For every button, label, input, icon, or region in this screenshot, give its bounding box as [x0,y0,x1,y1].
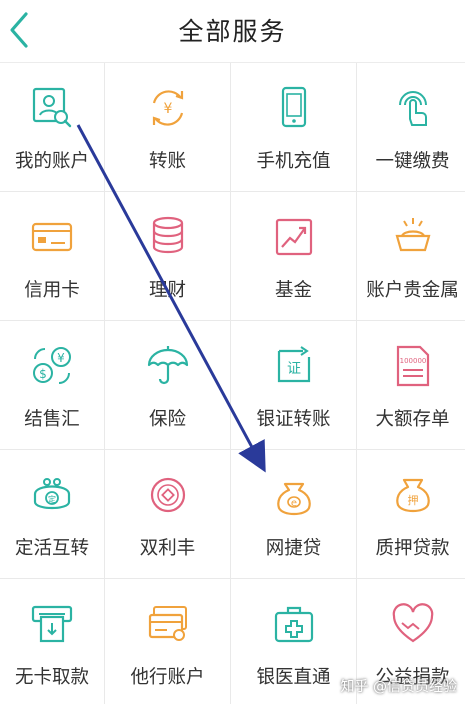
transfer-icon: ¥ [145,85,191,131]
deposit-certificate-icon: 100000 [390,343,436,389]
service-my-account[interactable]: 我的账户 [0,63,104,191]
service-insurance[interactable]: 保险 [105,321,230,449]
svg-text:$: $ [39,367,47,381]
svg-text:¥: ¥ [163,101,172,117]
service-label: 信用卡 [24,280,80,301]
atm-icon [29,601,75,647]
service-label: 基金 [274,280,312,301]
credit-card-icon [29,214,75,260]
coins-stack-icon [145,214,191,260]
umbrella-icon [145,343,191,389]
service-label: 结售汇 [24,409,80,430]
service-label: 他行账户 [130,667,205,688]
charity-heart-icon [390,601,436,647]
service-label: 一键缴费 [375,151,450,172]
other-bank-cards-icon [145,601,191,647]
svg-text:¥: ¥ [57,351,65,365]
header: 全部服务 [0,0,465,63]
service-medical[interactable]: 银医直通 [231,579,356,708]
service-phone-recharge[interactable]: 手机充值 [231,63,356,191]
medical-kit-icon [271,601,317,647]
gold-bar-icon [390,214,436,260]
svg-text:e: e [290,498,296,509]
service-cardless-withdrawal[interactable]: 无卡取款 [0,579,104,708]
fund-chart-icon [271,214,317,260]
service-label: 无卡取款 [14,667,89,688]
service-fixed-demand[interactable]: 定 定活互转 [0,450,104,578]
currency-exchange-icon: $ ¥ [29,343,75,389]
service-label: 质押贷款 [375,538,450,559]
service-label: 保险 [148,409,186,430]
service-fund[interactable]: 基金 [231,192,356,320]
service-label: 双利丰 [139,538,196,559]
purse-icon: 定 [29,472,75,518]
svg-text:定: 定 [48,494,56,504]
service-large-deposit[interactable]: 100000 大额存单 [357,321,465,449]
service-transfer[interactable]: ¥ 转账 [105,63,230,191]
securities-icon: 证 [271,343,317,389]
service-label: 银证转账 [256,409,331,430]
service-fx[interactable]: $ ¥ 结售汇 [0,321,104,449]
service-wealth[interactable]: 理财 [105,192,230,320]
service-label: 定活互转 [14,538,89,559]
service-label: 我的账户 [14,151,89,172]
service-other-bank[interactable]: 他行账户 [105,579,230,708]
service-label: 网捷贷 [265,538,322,559]
service-label: 银医直通 [256,667,331,688]
svg-text:100000: 100000 [399,357,426,365]
svg-text:证: 证 [287,361,301,377]
service-bank-securities[interactable]: 证 银证转账 [231,321,356,449]
phone-recharge-icon [271,85,317,131]
pledge-bag-icon: 押 [390,472,436,518]
service-label: 大额存单 [375,409,450,430]
watermark: 知乎 @信贷员经验 [340,679,457,695]
one-tap-pay-icon [390,85,436,131]
service-online-loan[interactable]: e 网捷贷 [231,450,356,578]
service-label: 账户贵金属 [366,280,459,301]
loan-bag-icon: e [271,472,317,518]
service-one-tap-pay[interactable]: 一键缴费 [357,63,465,191]
service-label: 手机充值 [256,151,331,172]
service-shuanglifeng[interactable]: 双利丰 [105,450,230,578]
service-label: 理财 [148,280,186,301]
svg-text:押: 押 [407,493,418,507]
page-title: 全部服务 [178,17,287,46]
service-label: 转账 [148,151,186,172]
coin-icon [145,472,191,518]
service-precious-metal[interactable]: 账户贵金属 [357,192,465,320]
account-icon [29,85,75,131]
service-credit-card[interactable]: 信用卡 [0,192,104,320]
service-pledge-loan[interactable]: 押 质押贷款 [357,450,465,578]
service-grid: 我的账户 ¥ 转账 手机充值 一键缴费 信用卡 理财 基金 账户贵金属 $ ¥ … [0,63,465,708]
